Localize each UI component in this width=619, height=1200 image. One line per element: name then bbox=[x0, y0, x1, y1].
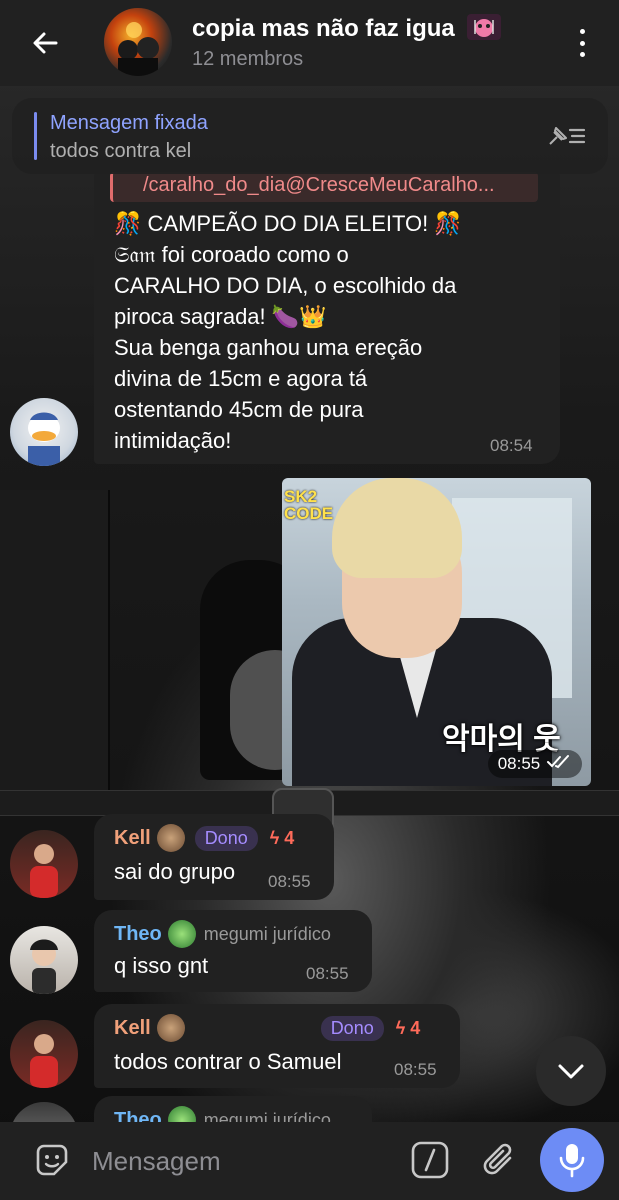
group-avatar[interactable] bbox=[104, 8, 172, 76]
forwarded-reply-bar[interactable]: /caralho_do_dia@CresceMeuCaralho... bbox=[110, 172, 538, 202]
message-input[interactable] bbox=[92, 1142, 392, 1180]
message-composer bbox=[0, 1122, 619, 1200]
lightning-icon: ϟ bbox=[395, 1017, 406, 1038]
member-count: 12 membros bbox=[192, 48, 304, 70]
message-time: 08:55 bbox=[394, 1060, 437, 1079]
role-badge: Dono bbox=[320, 1015, 384, 1041]
message-time: 08:55 bbox=[306, 964, 349, 983]
sender-name[interactable]: Theo bbox=[114, 923, 162, 946]
role-title: megumi jurídico bbox=[203, 923, 331, 944]
photo-logo: SK2 CODE bbox=[284, 487, 334, 523]
voice-record-button[interactable] bbox=[540, 1128, 604, 1192]
photo-timestamp: 08:55 bbox=[488, 750, 582, 778]
pinned-message-bar[interactable]: Mensagem fixada todos contra kel bbox=[12, 98, 608, 174]
lightning-icon: ϟ bbox=[269, 827, 280, 848]
alien-emoji-icon bbox=[467, 14, 502, 40]
back-arrow-icon[interactable] bbox=[28, 26, 62, 60]
pin-list-icon[interactable] bbox=[546, 122, 586, 150]
message-bubble[interactable]: Theo megumi jurídico q isso gnt 08:55 bbox=[94, 910, 372, 992]
microphone-icon bbox=[559, 1144, 585, 1178]
message-bubble[interactable]: Kell Dono ϟ 4 todos contrar o Samuel 08:… bbox=[94, 1004, 460, 1088]
chevron-down-icon bbox=[558, 1064, 584, 1079]
message-text: sai do grupo bbox=[114, 859, 236, 884]
message-text: todos contrar o Samuel bbox=[114, 1049, 342, 1074]
boost-badge: ϟ 4 bbox=[395, 1017, 421, 1038]
bot-commands-icon[interactable] bbox=[410, 1140, 450, 1180]
sender-name[interactable]: Kell bbox=[114, 827, 151, 850]
scroll-down-button[interactable] bbox=[536, 1036, 606, 1106]
message-bubble[interactable]: /caralho_do_dia@CresceMeuCaralho... 🎊 CA… bbox=[94, 160, 560, 464]
role-badge: Dono bbox=[194, 825, 258, 851]
double-check-icon bbox=[546, 754, 572, 775]
group-title[interactable]: copia mas não faz igua bbox=[192, 14, 542, 43]
pinned-indicator bbox=[34, 112, 37, 160]
boost-badge: ϟ 4 bbox=[269, 827, 295, 848]
sender-emoji-icon bbox=[156, 824, 185, 852]
more-menu-icon[interactable] bbox=[572, 26, 592, 60]
message-bubble[interactable]: Kell Dono ϟ 4 sai do grupo 08:55 bbox=[94, 814, 334, 900]
pinned-label: Mensagem fixada bbox=[50, 112, 208, 134]
sender-avatar[interactable] bbox=[10, 830, 78, 898]
sticker-icon[interactable] bbox=[32, 1140, 72, 1180]
message-text: 🎊 CAMPEÃO DO DIA ELEITO! 🎊 𝔖𝔞𝔪 foi coroa… bbox=[114, 211, 462, 453]
photo-message[interactable]: SK2 CODE 악마의 웃 bbox=[282, 478, 591, 786]
message-time: 08:55 bbox=[268, 872, 311, 891]
sender-avatar[interactable] bbox=[10, 926, 78, 994]
sender-emoji-icon bbox=[167, 920, 196, 948]
sender-emoji-icon bbox=[156, 1014, 185, 1042]
sender-row: Kell Dono ϟ 4 bbox=[114, 1014, 420, 1042]
sender-row: Theo megumi jurídico bbox=[114, 920, 331, 948]
attach-icon[interactable] bbox=[480, 1138, 520, 1182]
sender-name[interactable]: Kell bbox=[114, 1017, 151, 1040]
sender-row: Kell Dono ϟ 4 bbox=[114, 824, 294, 852]
message-time: 08:54 bbox=[490, 436, 533, 455]
sender-avatar[interactable] bbox=[10, 398, 78, 466]
wallpaper-door bbox=[0, 490, 110, 790]
chat-header: copia mas não faz igua 12 membros bbox=[0, 0, 619, 86]
sender-avatar[interactable] bbox=[10, 1020, 78, 1088]
message-text: q isso gnt bbox=[114, 953, 209, 978]
forward-source: /caralho_do_dia@CresceMeuCaralho... bbox=[143, 174, 495, 196]
pinned-text: todos contra kel bbox=[50, 140, 192, 162]
